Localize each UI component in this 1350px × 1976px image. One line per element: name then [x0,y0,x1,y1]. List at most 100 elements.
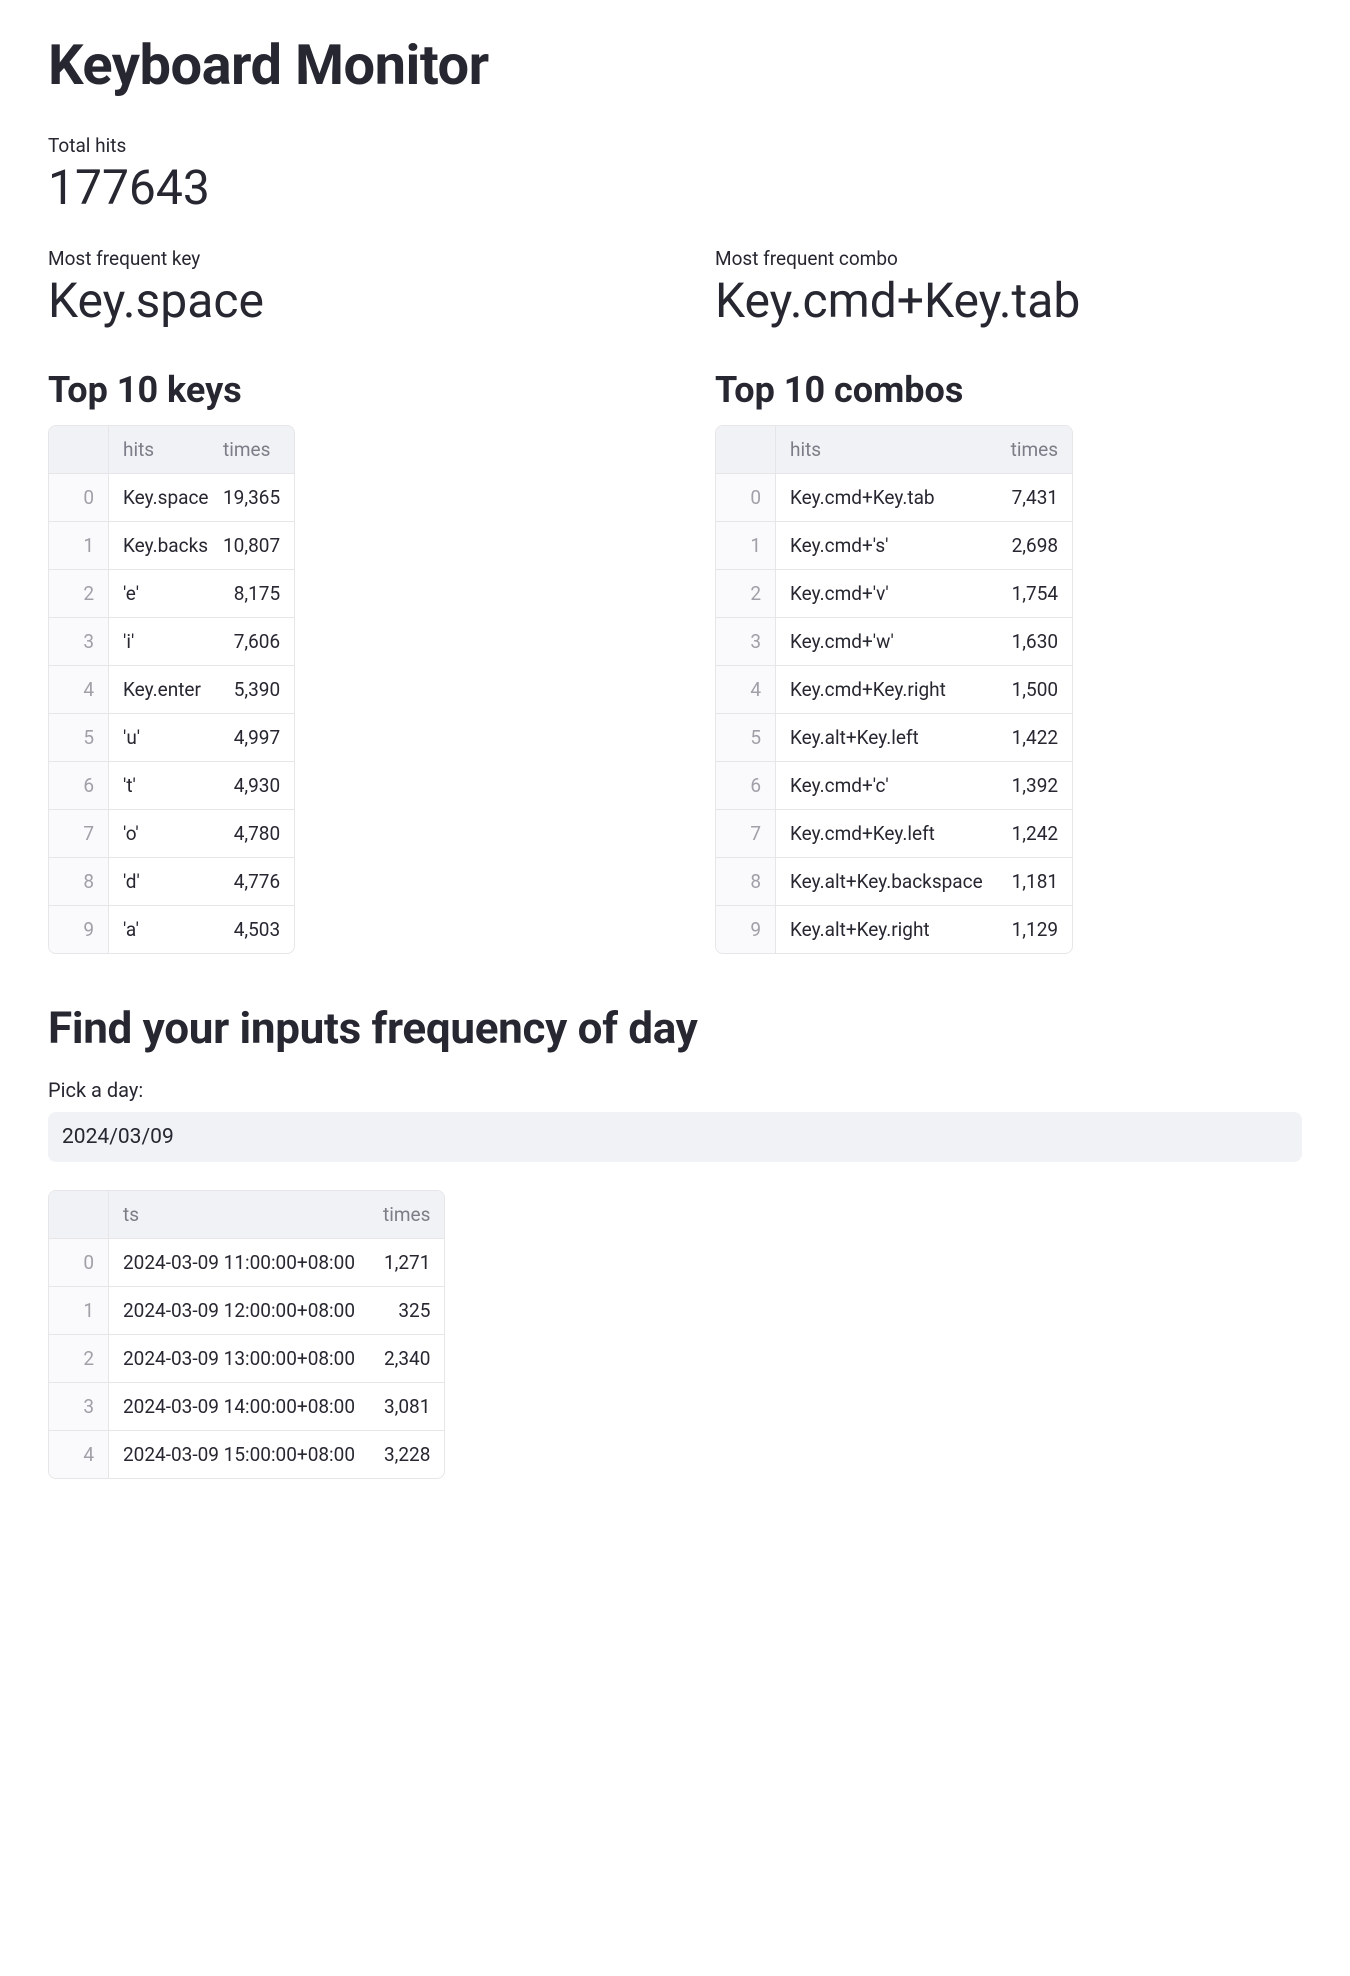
key-count: 10,807 [209,522,294,570]
table-row[interactable]: 6't'4,930 [49,762,294,810]
table-row[interactable]: 12024-03-09 12:00:00+08:00325 [49,1287,444,1335]
table-row[interactable]: 3'i'7,606 [49,618,294,666]
frequency-table[interactable]: ts times 02024-03-09 11:00:00+08:001,271… [48,1190,445,1479]
key-count: 4,930 [209,762,294,810]
key-name: Key.space [109,474,209,522]
combo-name: Key.cmd+Key.right [776,666,997,714]
table-row[interactable]: 22024-03-09 13:00:00+08:002,340 [49,1335,444,1383]
key-count: 4,780 [209,810,294,858]
freq-th-index[interactable] [49,1191,109,1239]
combo-name: Key.alt+Key.backspace [776,858,997,906]
table-row[interactable]: 5Key.alt+Key.left1,422 [716,714,1072,762]
row-index: 1 [49,1287,109,1335]
key-count: 5,390 [209,666,294,714]
table-row[interactable]: 8Key.alt+Key.backspace1,181 [716,858,1072,906]
table-row[interactable]: 0Key.space19,365 [49,474,294,522]
most-frequent-key-label: Most frequent key [48,247,635,270]
row-index: 8 [49,858,109,906]
table-row[interactable]: 32024-03-09 14:00:00+08:003,081 [49,1383,444,1431]
table-row[interactable]: 2'e'8,175 [49,570,294,618]
key-count: 4,997 [209,714,294,762]
combo-name: Key.cmd+'v' [776,570,997,618]
timestamp: 2024-03-09 12:00:00+08:00 [109,1287,369,1335]
hits-count: 3,228 [369,1431,444,1478]
total-hits-metric: Total hits 177643 [48,134,1302,217]
row-index: 2 [49,1335,109,1383]
table-row[interactable]: 9Key.alt+Key.right1,129 [716,906,1072,953]
row-index: 3 [49,618,109,666]
most-frequent-combo-value: Key.cmd+Key.tab [715,272,1302,330]
combo-name: Key.cmd+Key.tab [776,474,997,522]
table-row[interactable]: 8'd'4,776 [49,858,294,906]
key-count: 19,365 [209,474,294,522]
table-row[interactable]: 6Key.cmd+'c'1,392 [716,762,1072,810]
top-combos-heading: Top 10 combos [715,369,1302,411]
combo-name: Key.cmd+'s' [776,522,997,570]
combo-count: 1,242 [997,810,1072,858]
top-combos-th-index[interactable] [716,426,776,474]
combo-count: 1,422 [997,714,1072,762]
freq-th-times[interactable]: times [369,1191,444,1239]
top-keys-th-times[interactable]: times [209,426,294,474]
frequency-heading: Find your inputs frequency of day [48,1002,1302,1054]
row-index: 7 [49,810,109,858]
table-row[interactable]: 1Key.backsp10,807 [49,522,294,570]
row-index: 1 [49,522,109,570]
combo-count: 1,181 [997,858,1072,906]
most-frequent-key-value: Key.space [48,272,635,330]
key-name: 'a' [109,906,209,953]
table-row[interactable]: 7'o'4,780 [49,810,294,858]
combo-count: 2,698 [997,522,1072,570]
top-keys-th-hits[interactable]: hits [109,426,209,474]
key-name: 't' [109,762,209,810]
combo-count: 1,392 [997,762,1072,810]
timestamp: 2024-03-09 13:00:00+08:00 [109,1335,369,1383]
row-index: 3 [49,1383,109,1431]
hits-count: 3,081 [369,1383,444,1431]
top-combos-table[interactable]: hits times 0Key.cmd+Key.tab7,4311Key.cmd… [715,425,1073,954]
row-index: 6 [716,762,776,810]
table-row[interactable]: 2Key.cmd+'v'1,754 [716,570,1072,618]
top-keys-th-index[interactable] [49,426,109,474]
combo-name: Key.alt+Key.right [776,906,997,953]
table-row[interactable]: 02024-03-09 11:00:00+08:001,271 [49,1239,444,1287]
most-frequent-key-metric: Most frequent key Key.space [48,247,635,330]
most-frequent-combo-label: Most frequent combo [715,247,1302,270]
top-keys-table[interactable]: hits times 0Key.space19,3651Key.backsp10… [48,425,295,954]
table-row[interactable]: 7Key.cmd+Key.left1,242 [716,810,1072,858]
timestamp: 2024-03-09 11:00:00+08:00 [109,1239,369,1287]
table-row[interactable]: 42024-03-09 15:00:00+08:003,228 [49,1431,444,1478]
key-name: 'u' [109,714,209,762]
row-index: 2 [49,570,109,618]
table-row[interactable]: 4Key.cmd+Key.right1,500 [716,666,1072,714]
row-index: 0 [49,1239,109,1287]
key-count: 8,175 [209,570,294,618]
table-row[interactable]: 9'a'4,503 [49,906,294,953]
row-index: 0 [49,474,109,522]
row-index: 4 [49,666,109,714]
pick-day-label: Pick a day: [48,1078,1302,1102]
table-row[interactable]: 0Key.cmd+Key.tab7,431 [716,474,1072,522]
table-row[interactable]: 4Key.enter5,390 [49,666,294,714]
top-keys-heading: Top 10 keys [48,369,635,411]
freq-th-ts[interactable]: ts [109,1191,369,1239]
combo-count: 1,754 [997,570,1072,618]
combo-name: Key.cmd+Key.left [776,810,997,858]
row-index: 8 [716,858,776,906]
timestamp: 2024-03-09 15:00:00+08:00 [109,1431,369,1478]
top-combos-th-hits[interactable]: hits [776,426,997,474]
pick-day-input[interactable] [48,1112,1302,1162]
combo-name: Key.alt+Key.left [776,714,997,762]
key-name: Key.backsp [109,522,209,570]
key-name: 'o' [109,810,209,858]
table-row[interactable]: 1Key.cmd+'s'2,698 [716,522,1072,570]
combo-count: 1,500 [997,666,1072,714]
total-hits-value: 177643 [48,159,1302,217]
timestamp: 2024-03-09 14:00:00+08:00 [109,1383,369,1431]
row-index: 5 [716,714,776,762]
table-row[interactable]: 3Key.cmd+'w'1,630 [716,618,1072,666]
top-combos-th-times[interactable]: times [997,426,1072,474]
row-index: 3 [716,618,776,666]
table-row[interactable]: 5'u'4,997 [49,714,294,762]
row-index: 6 [49,762,109,810]
